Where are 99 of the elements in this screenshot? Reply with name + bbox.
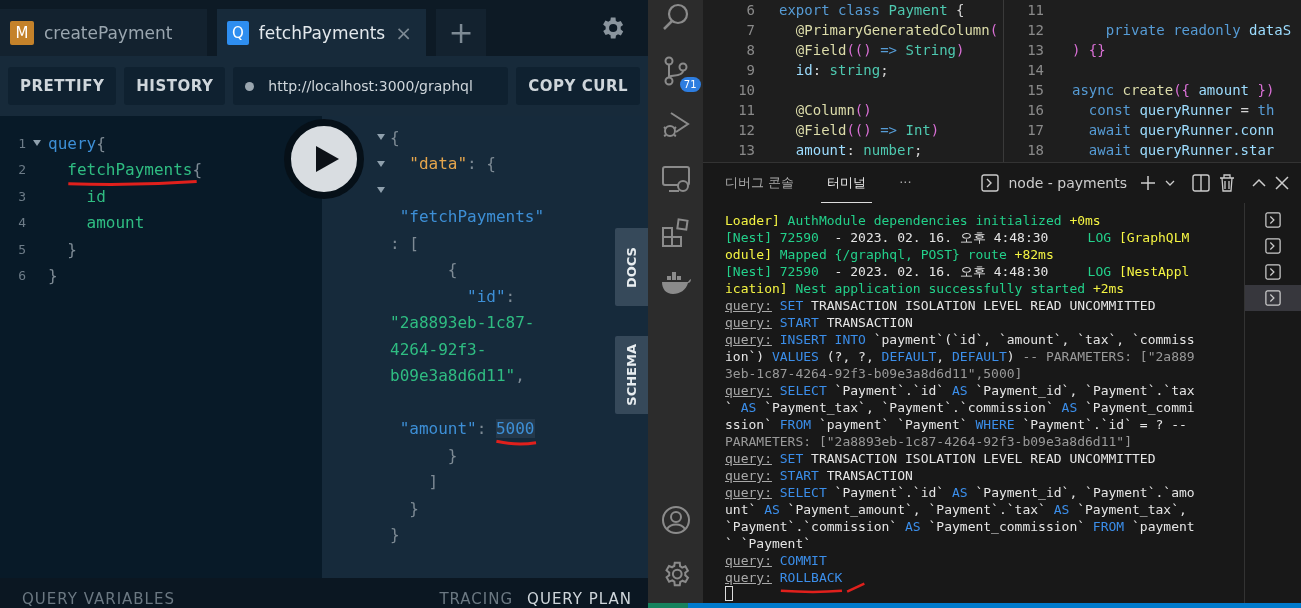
new-tab-button[interactable]: +: [436, 9, 486, 56]
terminal-line: query: SELECT `Payment`.`id` AS `Payment_id`, `Payment`.`tax: [725, 383, 1195, 398]
terminal-line: query: SET TRANSACTION ISOLATION LEVEL READ UNCOMMITTED: [725, 298, 1156, 313]
query-variables-tab[interactable]: QUERY VARIABLES: [22, 590, 175, 608]
panel-tab[interactable]: 디버그 콘솔: [719, 163, 801, 203]
terminal-line: odule] Mapped {/graphql, POST} route +82ms: [725, 247, 1054, 262]
terminal-line: query: SELECT `Payment`.`id` AS `Payment_id`, `Payment`.`amo: [725, 485, 1195, 500]
panel-tab[interactable]: 터미널: [821, 163, 873, 203]
query-tab[interactable]: Q fetchPayments ×: [217, 9, 426, 56]
toolbar-button[interactable]: HISTORY: [124, 67, 226, 105]
code-line: ) {}: [1072, 42, 1106, 58]
notification-badge: 71: [679, 77, 701, 92]
line-number: 13: [1026, 42, 1045, 58]
response-line: "id":: [466, 286, 516, 306]
response-line: "fetchPayments": [398, 207, 545, 227]
line-number: 4: [17, 215, 26, 231]
code-line: @Field(() => Int): [794, 122, 940, 138]
terminal-line: query: START TRANSACTION: [725, 315, 913, 330]
operation-badge: Q: [227, 20, 249, 45]
code-line: fetchPayments{: [66, 160, 203, 180]
terminal-line: query: SET TRANSACTION ISOLATION LEVEL READ UNCOMMITTED: [725, 451, 1156, 466]
line-number: 8: [745, 42, 756, 58]
footer-tab[interactable]: TRACING: [439, 590, 514, 608]
response-line: ]: [427, 472, 439, 492]
tab-label: createPayment: [44, 22, 173, 43]
terminal-selector[interactable]: node - payments: [1008, 175, 1127, 191]
line-number: 18: [1026, 142, 1045, 158]
copy-curl-button[interactable]: COPY CURL: [516, 67, 640, 105]
operation-badge: M: [10, 20, 34, 45]
code-line: private readonly dataS: [1104, 22, 1292, 38]
response-line: }: [408, 498, 419, 518]
terminal-line: `Payment`.`commission` AS `Payment_commission` FROM `payment: [725, 519, 1195, 534]
line-number: 11: [1026, 2, 1045, 18]
code-line: @Field(() => String): [794, 42, 965, 58]
line-number: 13: [737, 142, 756, 158]
line-number: 12: [1026, 22, 1045, 38]
terminal-line: ssion` FROM `payment` `Payment` WHERE `Payment`.`id` = ? --: [725, 417, 1187, 432]
response-line: {: [390, 127, 400, 147]
code-line: }: [66, 239, 77, 259]
code-line: id: string;: [794, 62, 889, 78]
line-number: 6: [17, 268, 26, 284]
toolbar-button[interactable]: PRETTIFY: [8, 67, 117, 105]
terminal-line: ` `Payment`: [725, 536, 812, 551]
line-number: 15: [1026, 82, 1045, 98]
close-icon[interactable]: ×: [395, 20, 412, 45]
line-number: 16: [1026, 102, 1045, 118]
code-line: @Column(): [794, 102, 872, 118]
code-line: amount: number;: [794, 142, 923, 158]
response-line: 4264-92f3-: [390, 339, 487, 359]
response-line: "2a8893eb-1c87-: [390, 313, 535, 333]
code-line: const queryRunner = th: [1087, 102, 1275, 118]
tab-label: fetchPayments: [258, 22, 386, 43]
code-line: await queryRunner.conn: [1087, 122, 1275, 138]
code-line: id: [85, 186, 106, 206]
line-number: 5: [17, 241, 26, 257]
code-line: @PrimaryGeneratedColumn(: [794, 22, 999, 38]
line-number: 11: [737, 102, 756, 118]
terminal-line: ication] Nest application successfully started +2ms: [725, 281, 1125, 296]
response-line: b09e3a8d6d11",: [390, 366, 525, 386]
line-number: 9: [745, 62, 756, 78]
endpoint-field[interactable]: http://localhost:3000/graphql: [233, 67, 509, 105]
side-tab[interactable]: DOCS: [615, 228, 648, 306]
response-line: : [: [390, 233, 419, 253]
terminal-line: ion`) VALUES (?, ?, DEFAULT, DEFAULT) -- PARAMETERS: ["2a889: [725, 349, 1195, 364]
footer-tab[interactable]: QUERY PLAN: [527, 590, 632, 608]
line-number: 10: [737, 82, 756, 98]
terminal-line: unt` AS `Payment_amount`, `Payment`.`tax` AS `Payment_tax`,: [725, 502, 1187, 517]
line-number: 14: [1026, 62, 1045, 78]
terminal-line: [Nest] 72590 - 2023. 02. 16. 오후 4:48:30 LOG [GraphQLM: [725, 230, 1190, 245]
line-number: 12: [737, 122, 756, 138]
line-number: 6: [745, 2, 756, 18]
line-number: 1: [17, 135, 26, 151]
terminal-line: query: ROLLBACK: [725, 570, 843, 585]
terminal-line: query: COMMIT: [725, 553, 827, 568]
code-line: await queryRunner.star: [1087, 142, 1275, 158]
line-number: 3: [17, 188, 26, 204]
code-line: async create({ amount }): [1072, 82, 1275, 98]
code-line: }: [48, 266, 58, 286]
code-line: amount: [85, 213, 145, 233]
code-line: export class Payment {: [779, 2, 965, 18]
line-number: 7: [745, 22, 756, 38]
more-menu[interactable]: ···: [893, 165, 918, 201]
terminal-line: [Nest] 72590 - 2023. 02. 16. 오후 4:48:30 LOG [NestAppl: [725, 264, 1190, 279]
side-tab[interactable]: SCHEMA: [615, 336, 648, 414]
line-number: 17: [1026, 122, 1045, 138]
response-line: {: [446, 260, 458, 280]
terminal-line: query: INSERT INTO `payment`(`id`, `amount`, `tax`, `commiss: [725, 332, 1195, 347]
line-number: 2: [17, 162, 26, 178]
response-line: }: [446, 445, 458, 465]
terminal-line: 3eb-1c87-4264-92f3-b09e3a8d6d11",5000]: [725, 366, 1023, 381]
response-line: "amount": 5000: [398, 419, 535, 439]
terminal-line: ` AS `Payment_tax`, `Payment`.`commission` AS `Payment_commi: [725, 400, 1195, 415]
response-line: "data": {: [408, 154, 496, 174]
terminal-line: query: START TRANSACTION: [725, 468, 913, 483]
response-line: }: [390, 525, 400, 545]
code-line: query{: [48, 133, 106, 153]
terminal-line: PARAMETERS: ["2a8893eb-1c87-4264-92f3-b09e3a8d6d11"]: [725, 434, 1132, 449]
query-tab[interactable]: M createPayment: [0, 9, 207, 56]
terminal-line: Loader] AuthModule dependencies initialized +0ms: [725, 213, 1101, 228]
